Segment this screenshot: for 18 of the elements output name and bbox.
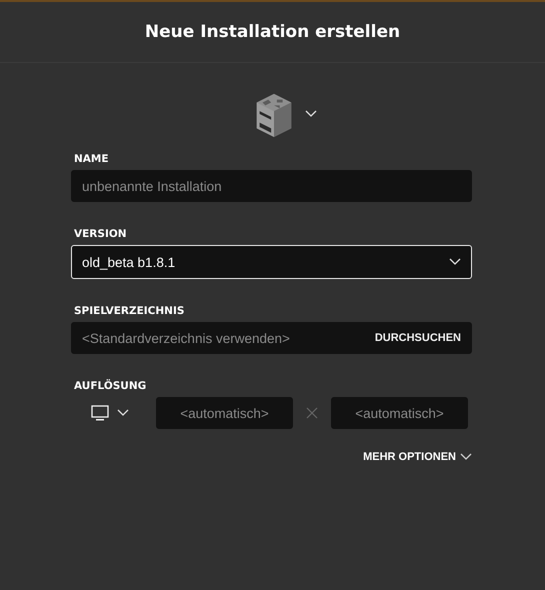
chevron-down-icon bbox=[117, 409, 129, 417]
browse-button[interactable]: DURCHSUCHEN bbox=[374, 332, 461, 344]
chevron-down-icon bbox=[304, 110, 316, 118]
field-label: AUFLÖSUNG bbox=[74, 380, 148, 392]
version-dropdown[interactable]: old_beta b1.8.1 bbox=[71, 245, 472, 279]
field-label: SPIELVERZEICHNIS bbox=[74, 305, 186, 317]
width-field[interactable]: <automatisch> bbox=[156, 397, 293, 429]
field-label: VERSION bbox=[74, 228, 128, 240]
more-options-button[interactable]: MEHR OPTIONEN bbox=[363, 451, 472, 463]
directory-field[interactable]: <Standardverzeichnis verwenden> DURCHSUCHEN bbox=[71, 322, 472, 354]
chevron-down-icon bbox=[460, 453, 472, 461]
field-label: NAME bbox=[74, 153, 110, 165]
name-field[interactable]: unbenannte Installation bbox=[71, 170, 472, 202]
monitor-icon bbox=[91, 405, 109, 421]
height-field[interactable]: <automatisch> bbox=[331, 397, 468, 429]
times-icon bbox=[306, 407, 318, 419]
dialog-title: Neue Installation erstellen bbox=[144, 22, 400, 42]
chevron-down-icon bbox=[449, 258, 461, 266]
